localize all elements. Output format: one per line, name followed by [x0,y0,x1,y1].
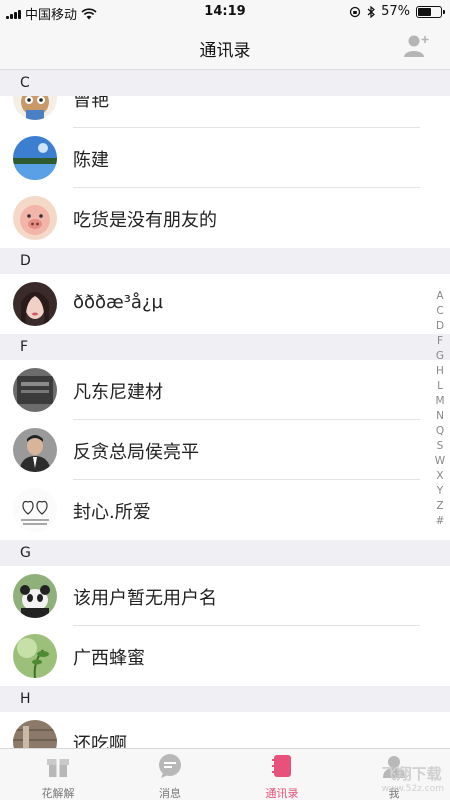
tab-contacts[interactable]: 通讯录 [237,753,327,801]
index-letter[interactable]: Z [432,499,448,514]
tab-messages[interactable]: 消息 [125,753,215,801]
contact-name: 陈建 [73,150,109,171]
contacts-book-icon [272,755,291,777]
index-letter[interactable]: D [432,319,448,334]
add-user-icon[interactable] [402,33,430,59]
chat-bubble-icon [159,754,181,778]
tab-bar: 我通讯录 消息 花解解 飞翔下载 www.52z.com [0,748,450,800]
tab-label: 花解解 [41,787,75,800]
contact-name: 吃货是没有朋友的 [73,210,217,231]
contact-row[interactable]: 陈建 [0,128,450,188]
section-header-h: H [0,686,450,712]
status-bar: 中国移动 14:19 57% [0,0,450,24]
contact-name: 封心.所爱 [73,502,151,523]
section-header-g: G [0,540,450,566]
avatar [13,488,57,532]
contact-row[interactable]: 凡东尼建材 [0,360,450,420]
index-letter[interactable]: L [432,379,448,394]
contact-list: C 曾艳 陈建 吃货是没有朋友的 Dðððæ³å¿µ F 凡东尼建材 反贪总局侯亮平 封心.所爱… [0,70,450,772]
contact-row[interactable]: 反贪总局侯亮平 [0,420,450,480]
contact-name: 反贪总局侯亮平 [73,442,199,463]
index-letter[interactable]: M [432,394,448,409]
tab-label: 通讯录 [265,787,299,800]
section-header-f: F [0,334,450,360]
rotation-lock-icon [349,6,361,17]
tab-discover[interactable]: 花解解 [13,753,103,801]
alphabet-index[interactable]: A C D F G H L M N Q S W X Y Z # [432,289,448,529]
battery-percent: 57% [381,4,410,19]
index-letter[interactable]: Y [432,484,448,499]
contact-name: ðððæ³å¿µ [73,292,163,313]
avatar [13,368,57,412]
index-letter[interactable]: F [432,334,448,349]
index-letter[interactable]: # [432,514,448,529]
avatar [13,196,57,240]
contact-name: 曾艳 [73,96,109,111]
avatar [13,282,57,326]
contact-name: 凡东尼建材 [73,382,163,403]
index-letter[interactable]: H [432,364,448,379]
contact-row[interactable]: 曾艳 [0,96,450,128]
battery-fill [418,7,431,16]
avatar [13,428,57,472]
avatar [13,136,57,180]
index-letter[interactable]: W [432,454,448,469]
section-header-d: D [0,248,450,274]
section-header-c: C [0,70,450,96]
index-letter[interactable]: G [432,349,448,364]
tab-label: 消息 [159,787,181,800]
avatar [13,574,57,618]
index-letter[interactable]: S [432,439,448,454]
contact-row[interactable]: ðððæ³å¿µ [0,274,450,334]
contact-row[interactable]: 吃货是没有朋友的 [0,188,450,248]
contact-row[interactable]: 该用户暂无用户名 [0,566,450,626]
contact-row[interactable]: 广西蜂蜜 [0,626,450,686]
avatar [13,634,57,678]
index-letter[interactable]: A [432,289,448,304]
bluetooth-icon [367,5,376,18]
status-right-group: 57% [349,4,445,19]
nav-bar: 通讯录 [0,24,450,70]
index-letter[interactable]: X [432,469,448,484]
index-letter[interactable]: Q [432,424,448,439]
index-letter[interactable]: N [432,409,448,424]
contact-name: 广西蜂蜜 [73,648,145,669]
contact-row[interactable]: 封心.所爱 [0,480,450,540]
gift-icon [47,759,69,777]
watermark: 飞翔下载 www.52z.com [381,765,444,794]
page-title: 通讯录 [199,41,251,61]
contact-name: 该用户暂无用户名 [73,588,217,609]
battery-icon [416,5,445,18]
index-letter[interactable]: C [432,304,448,319]
avatar [13,96,57,120]
